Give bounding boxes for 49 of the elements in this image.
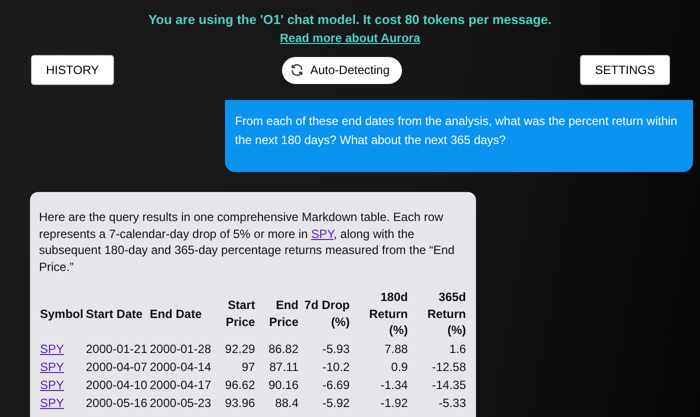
settings-button[interactable]: SETTINGS bbox=[580, 55, 670, 85]
refresh-icon bbox=[290, 63, 304, 77]
table-cell-text: -5.93 bbox=[321, 340, 351, 358]
table-cell-text: 88.4 bbox=[274, 394, 300, 412]
table-cell-text: 2000-04-14 bbox=[148, 358, 212, 376]
table-cell-text: -5.33 bbox=[438, 394, 467, 412]
table-cell-text: -5.92 bbox=[321, 394, 351, 412]
table-cell-text: 96.62 bbox=[224, 376, 256, 394]
symbol-link[interactable]: SPY bbox=[40, 342, 64, 356]
table-cell-text: 87.11 bbox=[268, 358, 300, 376]
column-header: 365d Return (%) bbox=[426, 289, 467, 339]
message-paragraph: Here are the query results in one comprehensive Markdown table. Each row represents a 7-calendar-day drop of 5% or more in SPY, along with the subsequent 180-day and 365-day percentage returns measured from the “End Price.” bbox=[39, 209, 456, 275]
table-cell-text: 92.29 bbox=[224, 340, 256, 358]
read-more-link[interactable]: Read more about Aurora bbox=[280, 31, 420, 45]
symbol-link[interactable]: SPY bbox=[40, 360, 64, 374]
auto-detect-button[interactable]: Auto-Detecting bbox=[282, 56, 402, 84]
table-cell-text: 2000-01-28 bbox=[148, 340, 212, 358]
model-notice: You are using the 'O1' chat model. It cost 80 tokens per message. bbox=[148, 12, 552, 27]
table-cell-text: 2000-05-16 bbox=[84, 394, 148, 412]
column-header: 180d Return (%) bbox=[368, 289, 409, 339]
table-cell-text: 2000-05-23 bbox=[148, 394, 212, 412]
table-cell-text: 2000-01-21 bbox=[84, 340, 148, 358]
table-cell-text: 2000-04-07 bbox=[84, 358, 148, 376]
table-cell-text: -12.58 bbox=[430, 358, 467, 376]
table-cell-text: 86.82 bbox=[267, 340, 300, 358]
table-cell-text: 2000-04-10 bbox=[84, 376, 148, 394]
table-cell-text: 97 bbox=[240, 358, 256, 376]
table-cell-text: -1.34 bbox=[379, 376, 409, 394]
column-header: End Price bbox=[268, 297, 300, 331]
table-cell-text: 7.88 bbox=[383, 340, 409, 358]
table-cell-text: 90.16 bbox=[267, 376, 300, 394]
symbol-link[interactable]: SPY bbox=[40, 378, 64, 392]
column-header: Start Date bbox=[84, 306, 144, 322]
table-cell-text: -1.92 bbox=[379, 394, 409, 412]
table-cell-text: 0.9 bbox=[390, 358, 409, 376]
table-cell-text: -6.69 bbox=[321, 376, 351, 394]
column-header: Symbol bbox=[39, 306, 84, 322]
column-header: 7d Drop (%) bbox=[303, 297, 351, 331]
symbol-link[interactable]: SPY bbox=[311, 226, 334, 240]
symbol-link[interactable]: SPY bbox=[40, 396, 64, 410]
column-header: Start Price bbox=[224, 297, 256, 331]
table-cell-text: 93.96 bbox=[224, 394, 256, 412]
table-cell-text: -14.35 bbox=[430, 376, 467, 394]
table-cell-text: 1.6 bbox=[448, 340, 467, 358]
history-button[interactable]: HISTORY bbox=[31, 55, 114, 85]
table-cell-text: 2000-04-17 bbox=[148, 376, 212, 394]
user-message: From each of these end dates from the analysis, what was the percent return within the next 180 days? What about the next 365 days? bbox=[225, 100, 693, 172]
column-header: End Date bbox=[148, 306, 203, 322]
table-cell-text: -10.2 bbox=[321, 358, 351, 376]
